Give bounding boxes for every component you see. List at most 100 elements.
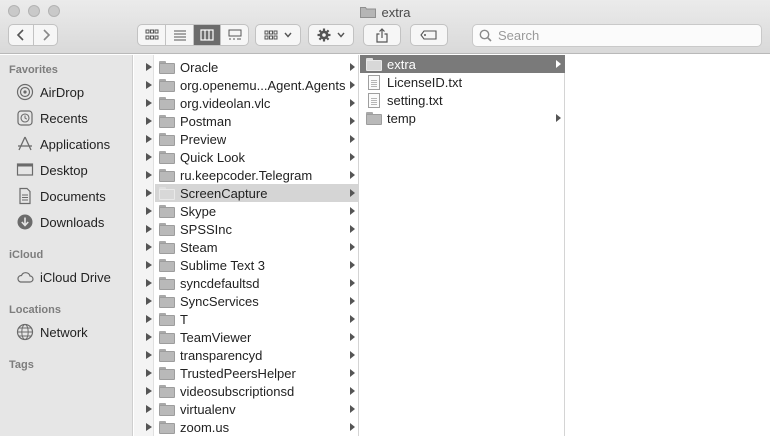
list-icon — [173, 30, 186, 41]
folder-icon — [159, 402, 175, 416]
chevron-right-icon — [43, 29, 50, 41]
folder-row-zoom-us[interactable]: zoom.us — [155, 418, 358, 436]
icon-view-button[interactable] — [138, 25, 165, 45]
folder-name: SyncServices — [180, 293, 259, 309]
collapsed-disclosure-icon — [146, 351, 152, 359]
folder-row-teamviewer[interactable]: TeamViewer — [155, 328, 358, 346]
disclosure-chevron-icon — [350, 333, 355, 341]
folder-icon — [159, 384, 175, 398]
forward-button[interactable] — [33, 25, 57, 45]
disclosure-chevron-icon — [350, 387, 355, 395]
folder-row-oracle[interactable]: Oracle — [155, 58, 358, 76]
folder-row-quick-look[interactable]: Quick Look — [155, 148, 358, 166]
window-toolbar: extra — [0, 0, 770, 54]
folder-row-org-openemu-agent-agents[interactable]: org.openemu...Agent.Agents — [155, 76, 358, 94]
folder-row-syncdefaultsd[interactable]: syncdefaultsd — [155, 274, 358, 292]
share-icon — [376, 27, 388, 43]
folder-row-extra[interactable]: extra — [360, 55, 565, 73]
folder-name: temp — [387, 110, 416, 126]
folder-row-skype[interactable]: Skype — [155, 202, 358, 220]
file-row-setting-txt[interactable]: setting.txt — [360, 91, 565, 109]
folder-row-ru-keepcoder-telegram[interactable]: ru.keepcoder.Telegram — [155, 166, 358, 184]
collapsed-disclosure-icon — [146, 63, 152, 71]
folder-icon — [159, 366, 175, 380]
sidebar-item-recents[interactable]: Recents — [16, 107, 88, 129]
folder-name: zoom.us — [180, 419, 230, 435]
collapsed-disclosure-icon — [146, 369, 152, 377]
folder-row-spssinc[interactable]: SPSSInc — [155, 220, 358, 238]
sidebar-item-label: Desktop — [40, 162, 88, 178]
sidebar-item-label: Downloads — [40, 214, 105, 230]
folder-row-postman[interactable]: Postman — [155, 112, 358, 130]
browser-column-library[interactable]: Oracle org.openemu...Agent.Agents org.vide… — [134, 55, 359, 436]
column-view-button[interactable] — [192, 25, 221, 45]
collapsed-disclosure-icon — [146, 243, 152, 251]
folder-icon — [366, 57, 382, 71]
back-button[interactable] — [9, 25, 33, 45]
view-mode-segmented-control — [137, 24, 249, 46]
folder-icon — [159, 204, 175, 218]
folder-name: org.openemu...Agent.Agents — [180, 77, 346, 93]
browser-column-screencapture[interactable]: extra LicenseID.txt setting.txt temp — [360, 55, 565, 436]
disclosure-chevron-icon — [350, 81, 355, 89]
action-menu-button[interactable] — [308, 24, 354, 46]
folder-name: Skype — [180, 203, 217, 219]
search-input[interactable] — [498, 28, 738, 43]
columns-icon — [200, 29, 214, 41]
gallery-icon — [228, 29, 242, 40]
group-by-button[interactable] — [255, 24, 301, 46]
collapsed-disclosure-icon — [146, 207, 152, 215]
folder-icon — [159, 330, 175, 344]
sidebar-item-applications[interactable]: Applications — [16, 133, 110, 155]
collapsed-disclosure-icon — [146, 117, 152, 125]
sidebar-item-label: Documents — [40, 188, 106, 204]
disclosure-chevron-icon — [350, 261, 355, 269]
sidebar-item-downloads[interactable]: Downloads — [16, 211, 104, 233]
folder-row-screencapture[interactable]: ScreenCapture — [155, 184, 358, 202]
search-field[interactable] — [472, 24, 762, 47]
sidebar-item-icloud-drive[interactable]: iCloud Drive — [16, 266, 111, 288]
folder-row-syncservices[interactable]: SyncServices — [155, 292, 358, 310]
disclosure-chevron-icon — [350, 117, 355, 125]
collapsed-disclosure-icon — [146, 99, 152, 107]
sidebar-item-desktop[interactable]: Desktop — [16, 159, 88, 181]
folder-icon — [159, 294, 175, 308]
folder-row-sublime-text-3[interactable]: Sublime Text 3 — [155, 256, 358, 274]
folder-row-t[interactable]: T — [155, 310, 358, 328]
folder-row-transparencyd[interactable]: transparencyd — [155, 346, 358, 364]
folder-name: T — [180, 311, 188, 327]
folder-row-videosubscriptionsd[interactable]: videosubscriptionsd — [155, 382, 358, 400]
folder-row-org-videolan-vlc[interactable]: org.videolan.vlc — [155, 94, 358, 112]
folder-name: ru.keepcoder.Telegram — [180, 167, 313, 183]
previous-column-edge[interactable] — [134, 55, 154, 436]
collapsed-disclosure-icon — [146, 279, 152, 287]
sidebar-item-network[interactable]: Network — [16, 321, 88, 343]
disclosure-chevron-icon — [350, 351, 355, 359]
folder-name: transparencyd — [180, 347, 263, 363]
file-row-licenseid-txt[interactable]: LicenseID.txt — [360, 73, 565, 91]
gallery-view-button[interactable] — [220, 25, 248, 45]
disclosure-chevron-icon — [556, 60, 561, 68]
share-button[interactable] — [363, 24, 401, 46]
edit-tags-button[interactable] — [410, 24, 448, 46]
disclosure-chevron-icon — [350, 225, 355, 233]
airdrop-icon — [16, 83, 34, 101]
browser-column-extra-empty[interactable] — [566, 55, 770, 436]
disclosure-chevron-icon — [350, 153, 355, 161]
folder-row-preview[interactable]: Preview — [155, 130, 358, 148]
chevron-left-icon — [17, 29, 24, 41]
list-view-button[interactable] — [165, 25, 193, 45]
sidebar-item-documents[interactable]: Documents — [16, 185, 106, 207]
disclosure-chevron-icon — [350, 297, 355, 305]
sidebar: Favorites AirDrop Recents Applications D… — [0, 55, 133, 436]
folder-row-virtualenv[interactable]: virtualenv — [155, 400, 358, 418]
folder-row-temp[interactable]: temp — [360, 109, 565, 127]
sidebar-item-airdrop[interactable]: AirDrop — [16, 81, 84, 103]
folder-icon — [359, 7, 376, 18]
disclosure-chevron-icon — [350, 189, 355, 197]
folder-row-steam[interactable]: Steam — [155, 238, 358, 256]
sidebar-item-label: Recents — [40, 110, 88, 126]
network-icon — [16, 323, 34, 341]
window-title-bar: extra — [0, 3, 770, 21]
folder-row-trustedpeershelper[interactable]: TrustedPeersHelper — [155, 364, 358, 382]
